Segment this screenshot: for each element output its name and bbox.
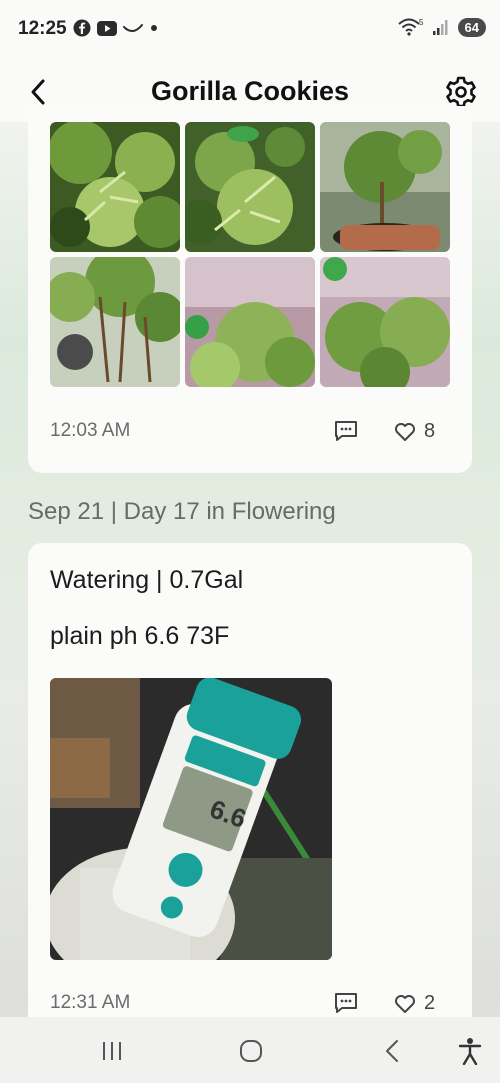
accessibility-button[interactable] — [452, 1035, 488, 1067]
home-icon — [240, 1040, 262, 1062]
ph-meter-photo[interactable]: 6.6 — [50, 678, 332, 960]
comment-icon — [335, 421, 357, 441]
home-button[interactable] — [233, 1035, 269, 1067]
signal-icon — [432, 20, 448, 35]
wifi-icon: 5 — [397, 18, 424, 36]
day-header: Sep 21 | Day 17 in Flowering — [28, 498, 336, 525]
curve-notification-icon — [123, 24, 143, 32]
like-button[interactable]: 2 — [394, 992, 435, 1015]
comment-icon — [335, 993, 357, 1013]
svg-text:5: 5 — [419, 18, 424, 27]
heart-icon — [395, 422, 415, 441]
plant-photo-6[interactable] — [320, 257, 450, 387]
status-bar: 12:25 5 64 — [0, 0, 500, 62]
plant-photo-2[interactable] — [185, 122, 315, 252]
recent-apps-button[interactable] — [94, 1035, 130, 1067]
recent-apps-icon — [103, 1042, 121, 1060]
heart-icon — [395, 994, 415, 1013]
comment-button[interactable] — [333, 991, 359, 1015]
entry-time: 12:03 AM — [50, 420, 131, 441]
plant-photo-5[interactable] — [185, 257, 315, 387]
plant-photo-4[interactable] — [50, 257, 180, 387]
system-back-button[interactable] — [374, 1035, 410, 1067]
dot-icon — [151, 25, 157, 31]
like-count: 8 — [424, 420, 436, 442]
like-button[interactable]: 8 — [394, 420, 435, 443]
entry-note: plain ph 6.6 73F — [50, 622, 230, 650]
facebook-icon — [73, 19, 91, 37]
battery-indicator: 64 — [457, 17, 486, 37]
system-nav-bar — [0, 1017, 500, 1083]
back-icon — [386, 1040, 398, 1062]
plant-photo-1[interactable] — [50, 122, 180, 252]
plant-photo-3[interactable] — [320, 122, 450, 252]
status-right-icons: 5 64 — [397, 17, 486, 37]
status-time: 12:25 — [18, 18, 67, 39]
status-left-icons — [73, 19, 159, 37]
entry-time: 12:31 AM — [50, 992, 131, 1013]
entry-title: Watering | 0.7Gal — [50, 566, 244, 594]
gear-icon — [446, 76, 476, 108]
youtube-icon — [97, 20, 117, 36]
like-count: 2 — [424, 992, 436, 1014]
page-title: Gorilla Cookies — [150, 76, 350, 106]
comment-button[interactable] — [333, 419, 359, 443]
accessibility-icon — [458, 1038, 482, 1065]
